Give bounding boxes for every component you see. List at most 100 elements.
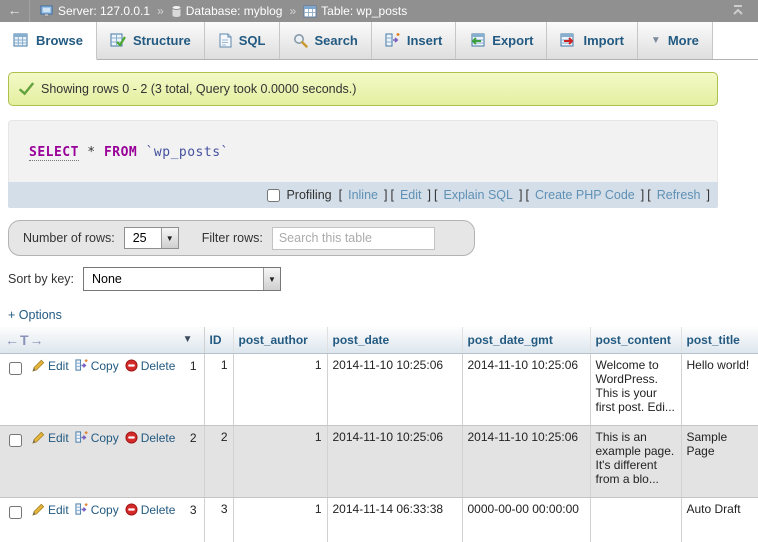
structure-icon — [110, 33, 126, 48]
row-id-inline: 3 — [189, 503, 198, 517]
tab-insert-label: Insert — [407, 33, 442, 48]
column-header-post-date-gmt[interactable]: post_date_gmt — [462, 327, 590, 353]
breadcrumb-table-label: Table: wp_posts — [321, 4, 407, 18]
edit-label: Edit — [48, 503, 69, 517]
back-arrow-icon[interactable]: ← — [0, 0, 30, 22]
rows-filter-bar: Number of rows: 25 ▼ Filter rows: — [8, 220, 475, 256]
cell-post-author: 1 — [233, 353, 327, 425]
column-header-post-title[interactable]: post_title — [681, 327, 758, 353]
row-checkbox[interactable] — [9, 434, 22, 447]
cell-id: 3 — [204, 497, 233, 542]
filter-rows-label: Filter rows: — [202, 231, 263, 245]
filter-rows-input[interactable] — [272, 227, 435, 250]
tab-structure-label: Structure — [133, 33, 191, 48]
cell-post-content: This is an example page. It's different … — [590, 425, 681, 497]
tab-sql[interactable]: SQL — [205, 22, 280, 59]
edit-row-link[interactable]: Edit — [32, 359, 69, 373]
cell-post-author: 1 — [233, 497, 327, 542]
number-of-rows-value: 25 — [125, 228, 161, 248]
delete-label: Delete — [141, 359, 176, 373]
copy-label: Copy — [91, 503, 119, 517]
chevron-down-icon: ▼ — [651, 35, 661, 46]
table-row: Edit Copy — [0, 425, 758, 497]
column-marker-icon[interactable]: ←T→ — [5, 332, 45, 348]
delete-row-link[interactable]: Delete — [125, 503, 176, 517]
copy-row-link[interactable]: Copy — [75, 431, 119, 445]
column-header-post-content[interactable]: post_content — [590, 327, 681, 353]
sort-by-key-label: Sort by key: — [8, 272, 74, 286]
import-icon — [560, 33, 576, 48]
tab-structure[interactable]: Structure — [97, 22, 205, 59]
delete-row-link[interactable]: Delete — [125, 431, 176, 445]
tab-insert[interactable]: Insert — [372, 22, 456, 59]
row-id-inline: 2 — [189, 431, 198, 445]
copy-label: Copy — [91, 359, 119, 373]
refresh-link[interactable]: Refresh — [657, 188, 701, 202]
header-dropdown-icon[interactable]: ▼ — [183, 334, 193, 345]
number-of-rows-label: Number of rows: — [23, 231, 115, 245]
edit-row-link[interactable]: Edit — [32, 431, 69, 445]
results-header-row: ←T→ ▼ ID post_author post_date post_date… — [0, 327, 758, 353]
edit-row-link[interactable]: Edit — [32, 503, 69, 517]
row-actions-cell: Edit Copy — [0, 353, 204, 425]
breadcrumb-server-label: Server: 127.0.0.1 — [58, 4, 150, 18]
number-of-rows-select[interactable]: 25 ▼ — [124, 227, 179, 249]
sql-star: * — [87, 145, 95, 160]
edit-label: Edit — [48, 359, 69, 373]
row-checkbox[interactable] — [9, 362, 22, 375]
bracket: [ — [647, 188, 650, 202]
table-row: Edit Copy — [0, 497, 758, 542]
tab-sql-label: SQL — [239, 33, 266, 48]
tab-search[interactable]: Search — [280, 22, 372, 59]
column-header-post-author[interactable]: post_author — [233, 327, 327, 353]
collapse-window-icon[interactable] — [718, 4, 758, 19]
cell-id: 2 — [204, 425, 233, 497]
profiling-label[interactable]: Profiling — [286, 188, 331, 202]
bracket: ] — [641, 188, 644, 202]
delete-label: Delete — [141, 431, 176, 445]
sort-by-key-select[interactable]: None ▼ — [83, 267, 281, 291]
cell-post-author: 1 — [233, 425, 327, 497]
tab-browse[interactable]: Browse — [0, 22, 97, 60]
cell-post-content: Welcome to WordPress. This is your first… — [590, 353, 681, 425]
sql-query: SELECT * FROM `wp_posts` — [8, 120, 718, 182]
profiling-checkbox[interactable] — [267, 189, 280, 202]
cell-post-title: Sample Page — [681, 425, 758, 497]
breadcrumb-server[interactable]: Server: 127.0.0.1 — [40, 4, 150, 18]
breadcrumb-separator: » — [157, 4, 164, 18]
copy-row-link[interactable]: Copy — [75, 503, 119, 517]
tab-more-label: More — [668, 33, 699, 48]
copy-icon — [75, 431, 88, 444]
select-dropdown-icon: ▼ — [263, 268, 280, 290]
tab-export[interactable]: Export — [456, 22, 547, 59]
copy-label: Copy — [91, 431, 119, 445]
delete-row-link[interactable]: Delete — [125, 359, 176, 373]
tab-export-label: Export — [492, 33, 533, 48]
row-actions-cell: Edit Copy — [0, 425, 204, 497]
tab-more[interactable]: ▼ More — [638, 22, 713, 59]
tab-browse-label: Browse — [36, 33, 83, 48]
pencil-icon — [32, 503, 45, 516]
tab-import[interactable]: Import — [547, 22, 637, 59]
create-php-code-link[interactable]: Create PHP Code — [535, 188, 635, 202]
actions-header[interactable]: ←T→ ▼ — [0, 327, 204, 353]
success-message: Showing rows 0 - 2 (3 total, Query took … — [8, 72, 718, 106]
options-toggle[interactable]: + Options — [8, 308, 62, 322]
insert-icon — [385, 33, 400, 48]
row-checkbox[interactable] — [9, 506, 22, 519]
breadcrumb-database[interactable]: Database: myblog — [171, 4, 283, 18]
bracket: [ — [434, 188, 437, 202]
edit-label: Edit — [48, 431, 69, 445]
cell-post-content — [590, 497, 681, 542]
column-header-id[interactable]: ID — [204, 327, 233, 353]
copy-row-link[interactable]: Copy — [75, 359, 119, 373]
column-header-post-date[interactable]: post_date — [327, 327, 462, 353]
inline-link[interactable]: Inline — [348, 188, 378, 202]
cell-post-date: 2014-11-14 06:33:38 — [327, 497, 462, 542]
delete-label: Delete — [141, 503, 176, 517]
explain-sql-link[interactable]: Explain SQL — [443, 188, 512, 202]
edit-query-link[interactable]: Edit — [400, 188, 422, 202]
breadcrumb-table[interactable]: Table: wp_posts — [303, 4, 407, 18]
server-icon — [40, 5, 54, 18]
export-icon — [469, 33, 485, 48]
